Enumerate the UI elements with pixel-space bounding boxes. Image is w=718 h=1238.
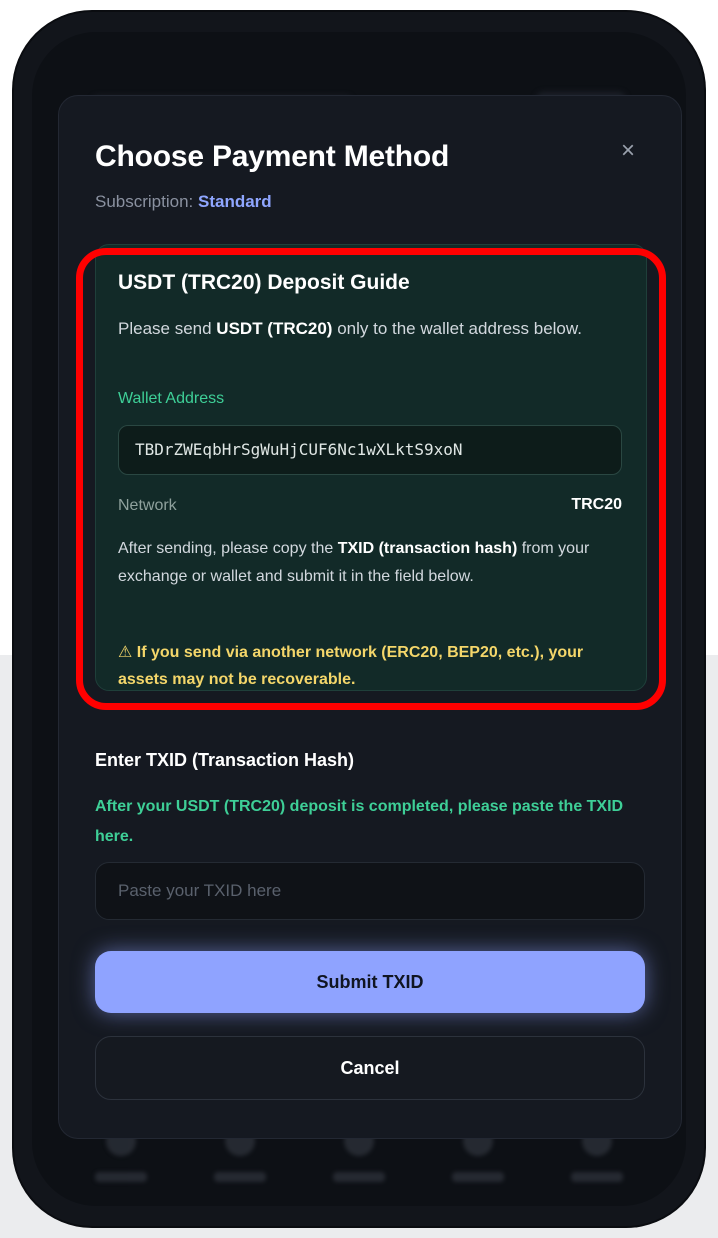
guide-description: Please send USDT (TRC20) only to the wal… bbox=[118, 315, 598, 342]
guide-desc-suffix: only to the wallet address below. bbox=[332, 319, 582, 338]
nav-label bbox=[451, 1172, 504, 1182]
guide-desc-prefix: Please send bbox=[118, 319, 217, 338]
txid-input[interactable] bbox=[95, 862, 645, 920]
guide-title: USDT (TRC20) Deposit Guide bbox=[118, 271, 410, 294]
txid-help-text: After your USDT (TRC20) deposit is compl… bbox=[95, 798, 624, 845]
subscription-line: Subscription: Standard bbox=[95, 192, 272, 212]
nav-label bbox=[214, 1172, 267, 1182]
network-warning: ⚠ If you send via another network (ERC20… bbox=[118, 644, 584, 688]
after-bold: TXID (transaction hash) bbox=[337, 540, 518, 557]
network-value: TRC20 bbox=[571, 496, 622, 513]
wallet-address-label: Wallet Address bbox=[118, 390, 225, 407]
txid-label: Enter TXID (Transaction Hash) bbox=[95, 750, 355, 770]
network-label: Network bbox=[118, 497, 177, 514]
nav-label bbox=[332, 1172, 385, 1182]
nav-label bbox=[570, 1172, 623, 1182]
close-icon[interactable]: × bbox=[615, 138, 641, 164]
subscription-label: Subscription: bbox=[95, 192, 198, 211]
subscription-plan: Standard bbox=[198, 192, 272, 211]
deposit-guide-card: USDT (TRC20) Deposit Guide Please send U… bbox=[95, 244, 647, 691]
wallet-address-field[interactable]: TBDrZWEqbHrSgWuHjCUF6Nc1wXLktS9xoN bbox=[118, 425, 622, 475]
payment-method-modal: Choose Payment Method × Subscription: St… bbox=[58, 95, 682, 1139]
guide-desc-bold: USDT (TRC20) bbox=[216, 319, 333, 338]
modal-title: Choose Payment Method bbox=[95, 140, 450, 173]
after-sending-instructions: After sending, please copy the TXID (tra… bbox=[118, 535, 628, 591]
cancel-button[interactable]: Cancel bbox=[95, 1036, 645, 1100]
nav-label bbox=[95, 1172, 148, 1182]
after-prefix: After sending, please copy the bbox=[118, 540, 338, 557]
submit-txid-button[interactable]: Submit TXID bbox=[95, 951, 645, 1013]
